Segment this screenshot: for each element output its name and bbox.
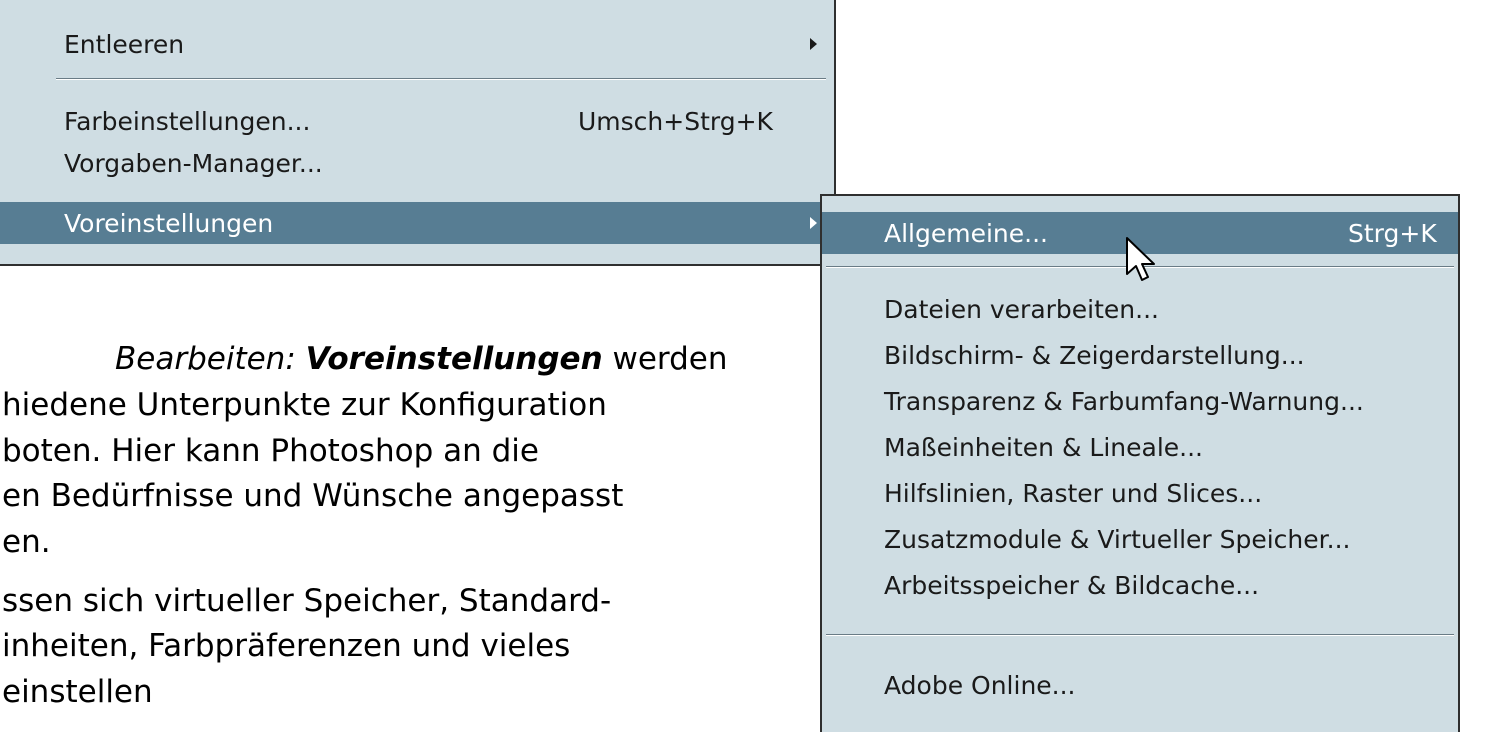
menu-item-label: Entleeren — [64, 29, 185, 59]
submenu-item-zusatzmodule[interactable]: Zusatzmodule & Virtueller Speicher... — [822, 518, 1458, 560]
menu-item-shortcut: Strg+K — [1348, 218, 1437, 248]
help-text-line: hiedene Unterpunkte zur Konfiguration — [2, 387, 607, 423]
menu-item-vorgaben-manager[interactable]: Vorgaben-Manager... — [0, 142, 834, 184]
menu-item-label: Maßeinheiten & Lineale... — [884, 432, 1203, 462]
help-text-line: en Bedürfnisse und Wünsche angepasst — [2, 478, 624, 514]
menu-item-label: Dateien verarbeiten... — [884, 294, 1159, 324]
submenu-arrow-icon — [810, 38, 817, 50]
help-text-line: Bearbeiten: Voreinstellungen werden — [115, 341, 728, 377]
help-text-line: en. — [2, 524, 51, 560]
menu-item-label: Transparenz & Farbumfang-Warnung... — [884, 386, 1364, 416]
menu-item-farbeinstellungen[interactable]: Farbeinstellungen... Umsch+Strg+K — [0, 100, 834, 142]
help-text-line: inheiten, Farbpräferenzen und vieles — [2, 628, 571, 664]
help-text-line: boten. Hier kann Photoshop an die — [2, 433, 539, 469]
help-text-line: einstellen — [2, 674, 153, 710]
submenu-item-masseinheiten[interactable]: Maßeinheiten & Lineale... — [822, 426, 1458, 468]
menu-item-shortcut: Umsch+Strg+K — [578, 106, 773, 136]
submenu-item-adobe-online[interactable]: Adobe Online... — [822, 664, 1458, 706]
menu-item-label: Arbeitsspeicher & Bildcache... — [884, 570, 1260, 600]
menu-separator — [56, 78, 826, 80]
menu-item-label: Hilfslinien, Raster und Slices... — [884, 478, 1263, 508]
edit-menu: Entleeren Farbeinstellungen... Umsch+Str… — [0, 0, 836, 266]
menu-item-label: Voreinstellungen — [64, 208, 274, 238]
menu-item-voreinstellungen[interactable]: Voreinstellungen — [0, 202, 834, 244]
submenu-item-hilfslinien[interactable]: Hilfslinien, Raster und Slices... — [822, 472, 1458, 514]
menu-item-label: Vorgaben-Manager... — [64, 148, 323, 178]
menu-item-entleeren[interactable]: Entleeren — [0, 23, 834, 65]
menu-item-label: Farbeinstellungen... — [64, 106, 311, 136]
submenu-item-dateien-verarbeiten[interactable]: Dateien verarbeiten... — [822, 288, 1458, 330]
help-text-line: ssen sich virtueller Speicher, Standard- — [2, 583, 612, 619]
menu-separator — [826, 634, 1454, 636]
submenu-item-transparenz[interactable]: Transparenz & Farbumfang-Warnung... — [822, 380, 1458, 422]
menu-item-label: Allgemeine... — [884, 218, 1048, 248]
menu-item-label: Bildschirm- & Zeigerdarstellung... — [884, 340, 1305, 370]
submenu-arrow-icon — [810, 217, 817, 229]
submenu-item-arbeitsspeicher[interactable]: Arbeitsspeicher & Bildcache... — [822, 564, 1458, 606]
menu-item-label: Zusatzmodule & Virtueller Speicher... — [884, 524, 1351, 554]
menu-item-label: Adobe Online... — [884, 670, 1076, 700]
arrow-cursor-icon — [1126, 237, 1155, 281]
submenu-item-bildschirm[interactable]: Bildschirm- & Zeigerdarstellung... — [822, 334, 1458, 376]
